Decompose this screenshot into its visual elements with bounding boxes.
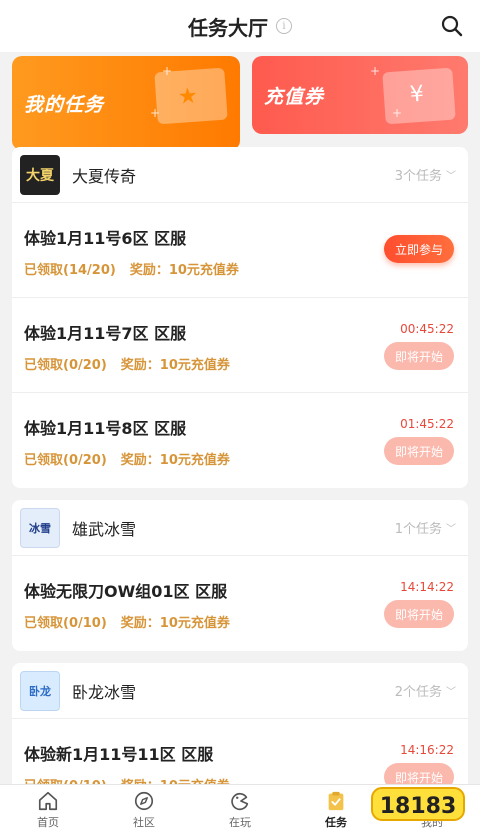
tab-label: 任务 [325,815,347,829]
task-item: 体验无限刀OW组01区 区服 已领取(0/10) 奖励：10元充值券 14:14:… [12,556,468,651]
game-group: 大夏 大夏传奇 3个任务 ﹀ 体验1月11号6区 区服 已领取(14/20) 奖励：… [12,147,468,488]
task-icon [328,791,344,810]
banner-row: 我的任务 + + ★ 充值券 + + ¥ [12,56,468,151]
voucher-banner[interactable]: 充值券 + + ¥ [252,56,468,134]
countdown: 00:45:22 [400,322,454,336]
svg-text:18183: 18183 [380,794,457,819]
task-title: 体验1月11号8区 区服 [24,419,187,438]
countdown: 01:45:22 [400,417,454,431]
game-header[interactable]: 大夏 大夏传奇 3个任务 ﹀ [12,147,468,203]
chevron-down-icon: ﹀ [446,524,456,535]
page-title: 任务大厅 [188,15,268,40]
tab-community[interactable]: 社区 [96,785,192,834]
compass-icon [134,791,154,810]
task-count[interactable]: 3个任务 ﹀ [395,165,456,184]
search-icon[interactable] [440,14,464,38]
task-meta: 已领取(0/20) 奖励：10元充值券 [24,453,230,468]
home-icon [38,791,58,810]
coming-soon-button[interactable]: 即将开始 [384,600,454,628]
star-card-icon: ★ [154,67,228,125]
top-bar: 任务大厅 i [0,0,480,52]
task-item: 体验1月11号8区 区服 已领取(0/20) 奖励：10元充值券 01:45:22… [12,393,468,488]
game-logo: 卧龙 [20,670,60,711]
coming-soon-button[interactable]: 即将开始 [384,437,454,465]
task-meta: 已领取(0/10)奖励：10元充值券 [24,616,230,631]
chevron-down-icon: ﹀ [446,171,456,182]
chevron-down-icon: ﹀ [446,687,456,698]
task-title: 体验1月11号7区 区服 [24,324,187,343]
coming-soon-button[interactable]: 即将开始 [384,342,454,370]
tab-label: 首页 [37,815,59,829]
task-item: 体验1月11号6区 区服 已领取(14/20) 奖励：10元充值券 立即参与 [12,203,468,298]
game-name: 大夏传奇 [72,166,137,186]
my-tasks-banner[interactable]: 我的任务 + + ★ [12,56,240,151]
tab-home[interactable]: 首页 [0,785,96,834]
ticket-icon: ¥ [382,67,456,125]
sparkle-icon: + [370,64,381,78]
task-item: 体验1月11号7区 区服 已领取(0/20) 奖励：10元充值券 00:45:22… [12,298,468,393]
task-meta: 已领取(14/20) 奖励：10元充值券 [24,263,239,278]
info-icon[interactable]: i [276,18,292,34]
tab-playing[interactable]: 在玩 [192,785,288,834]
join-button[interactable]: 立即参与 [384,235,454,263]
task-count[interactable]: 2个任务 ﹀ [395,681,456,700]
task-title: 体验新1月11号11区 区服 [24,745,214,764]
countdown: 14:14:22 [400,580,454,594]
watermark-logo: 18183 [371,787,465,821]
my-tasks-label: 我的任务 [24,93,105,116]
tab-label: 社区 [133,815,155,829]
task-meta: 已领取(0/20) 奖励：10元充值券 [24,358,230,373]
game-group: 冰雪 雄武冰雪 1个任务 ﹀ 体验无限刀OW组01区 区服 已领取(0/10) 奖励… [12,500,468,651]
game-logo: 冰雪 [20,507,60,548]
game-name: 雄武冰雪 [72,519,137,539]
countdown: 14:16:22 [400,743,454,757]
game-icon [231,792,249,810]
task-title: 体验1月11号6区 区服 [24,229,187,248]
tab-label: 在玩 [229,815,251,829]
task-title: 体验无限刀OW组01区 区服 [24,582,228,601]
voucher-label: 充值券 [264,85,325,108]
game-header[interactable]: 卧龙 卧龙冰雪 2个任务 ﹀ [12,663,468,719]
game-logo: 大夏 [20,154,60,195]
game-header[interactable]: 冰雪 雄武冰雪 1个任务 ﹀ [12,500,468,556]
game-name: 卧龙冰雪 [72,682,137,702]
task-count[interactable]: 1个任务 ﹀ [395,518,456,537]
